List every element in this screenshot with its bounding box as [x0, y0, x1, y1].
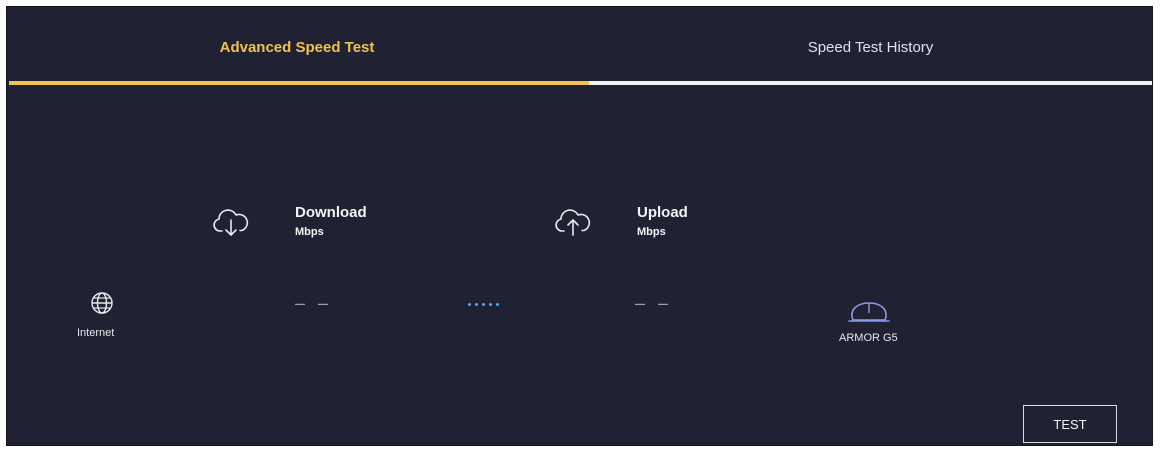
cloud-upload-icon — [555, 209, 591, 236]
globe-icon — [91, 292, 113, 314]
download-unit: Mbps — [295, 226, 324, 238]
upload-title: Upload — [637, 204, 688, 221]
inactive-tab-indicator — [589, 81, 1152, 85]
progress-dot — [489, 303, 492, 306]
progress-dots — [468, 303, 499, 306]
download-value: – – — [295, 293, 333, 313]
upload-value: – – — [635, 293, 673, 313]
tab-advanced-label: Advanced Speed Test — [219, 38, 375, 56]
speed-test-panel: Advanced Speed Test Speed Test History D… — [6, 6, 1153, 446]
test-button[interactable]: TEST — [1023, 405, 1117, 443]
progress-dot — [468, 303, 471, 306]
device-label: ARMOR G5 — [839, 332, 898, 344]
tab-advanced-speed-test[interactable]: Advanced Speed Test — [7, 7, 587, 87]
internet-label: Internet — [77, 327, 115, 339]
progress-dot — [482, 303, 485, 306]
upload-unit: Mbps — [637, 226, 666, 238]
progress-dot — [475, 303, 478, 306]
progress-dot — [496, 303, 499, 306]
active-tab-indicator — [9, 81, 589, 85]
tab-speed-test-history[interactable]: Speed Test History — [587, 7, 1154, 87]
download-title: Download — [295, 204, 367, 221]
cloud-download-icon — [213, 209, 249, 236]
tab-history-label: Speed Test History — [807, 38, 934, 56]
router-icon — [848, 302, 890, 322]
tab-bar: Advanced Speed Test Speed Test History — [7, 7, 1152, 87]
